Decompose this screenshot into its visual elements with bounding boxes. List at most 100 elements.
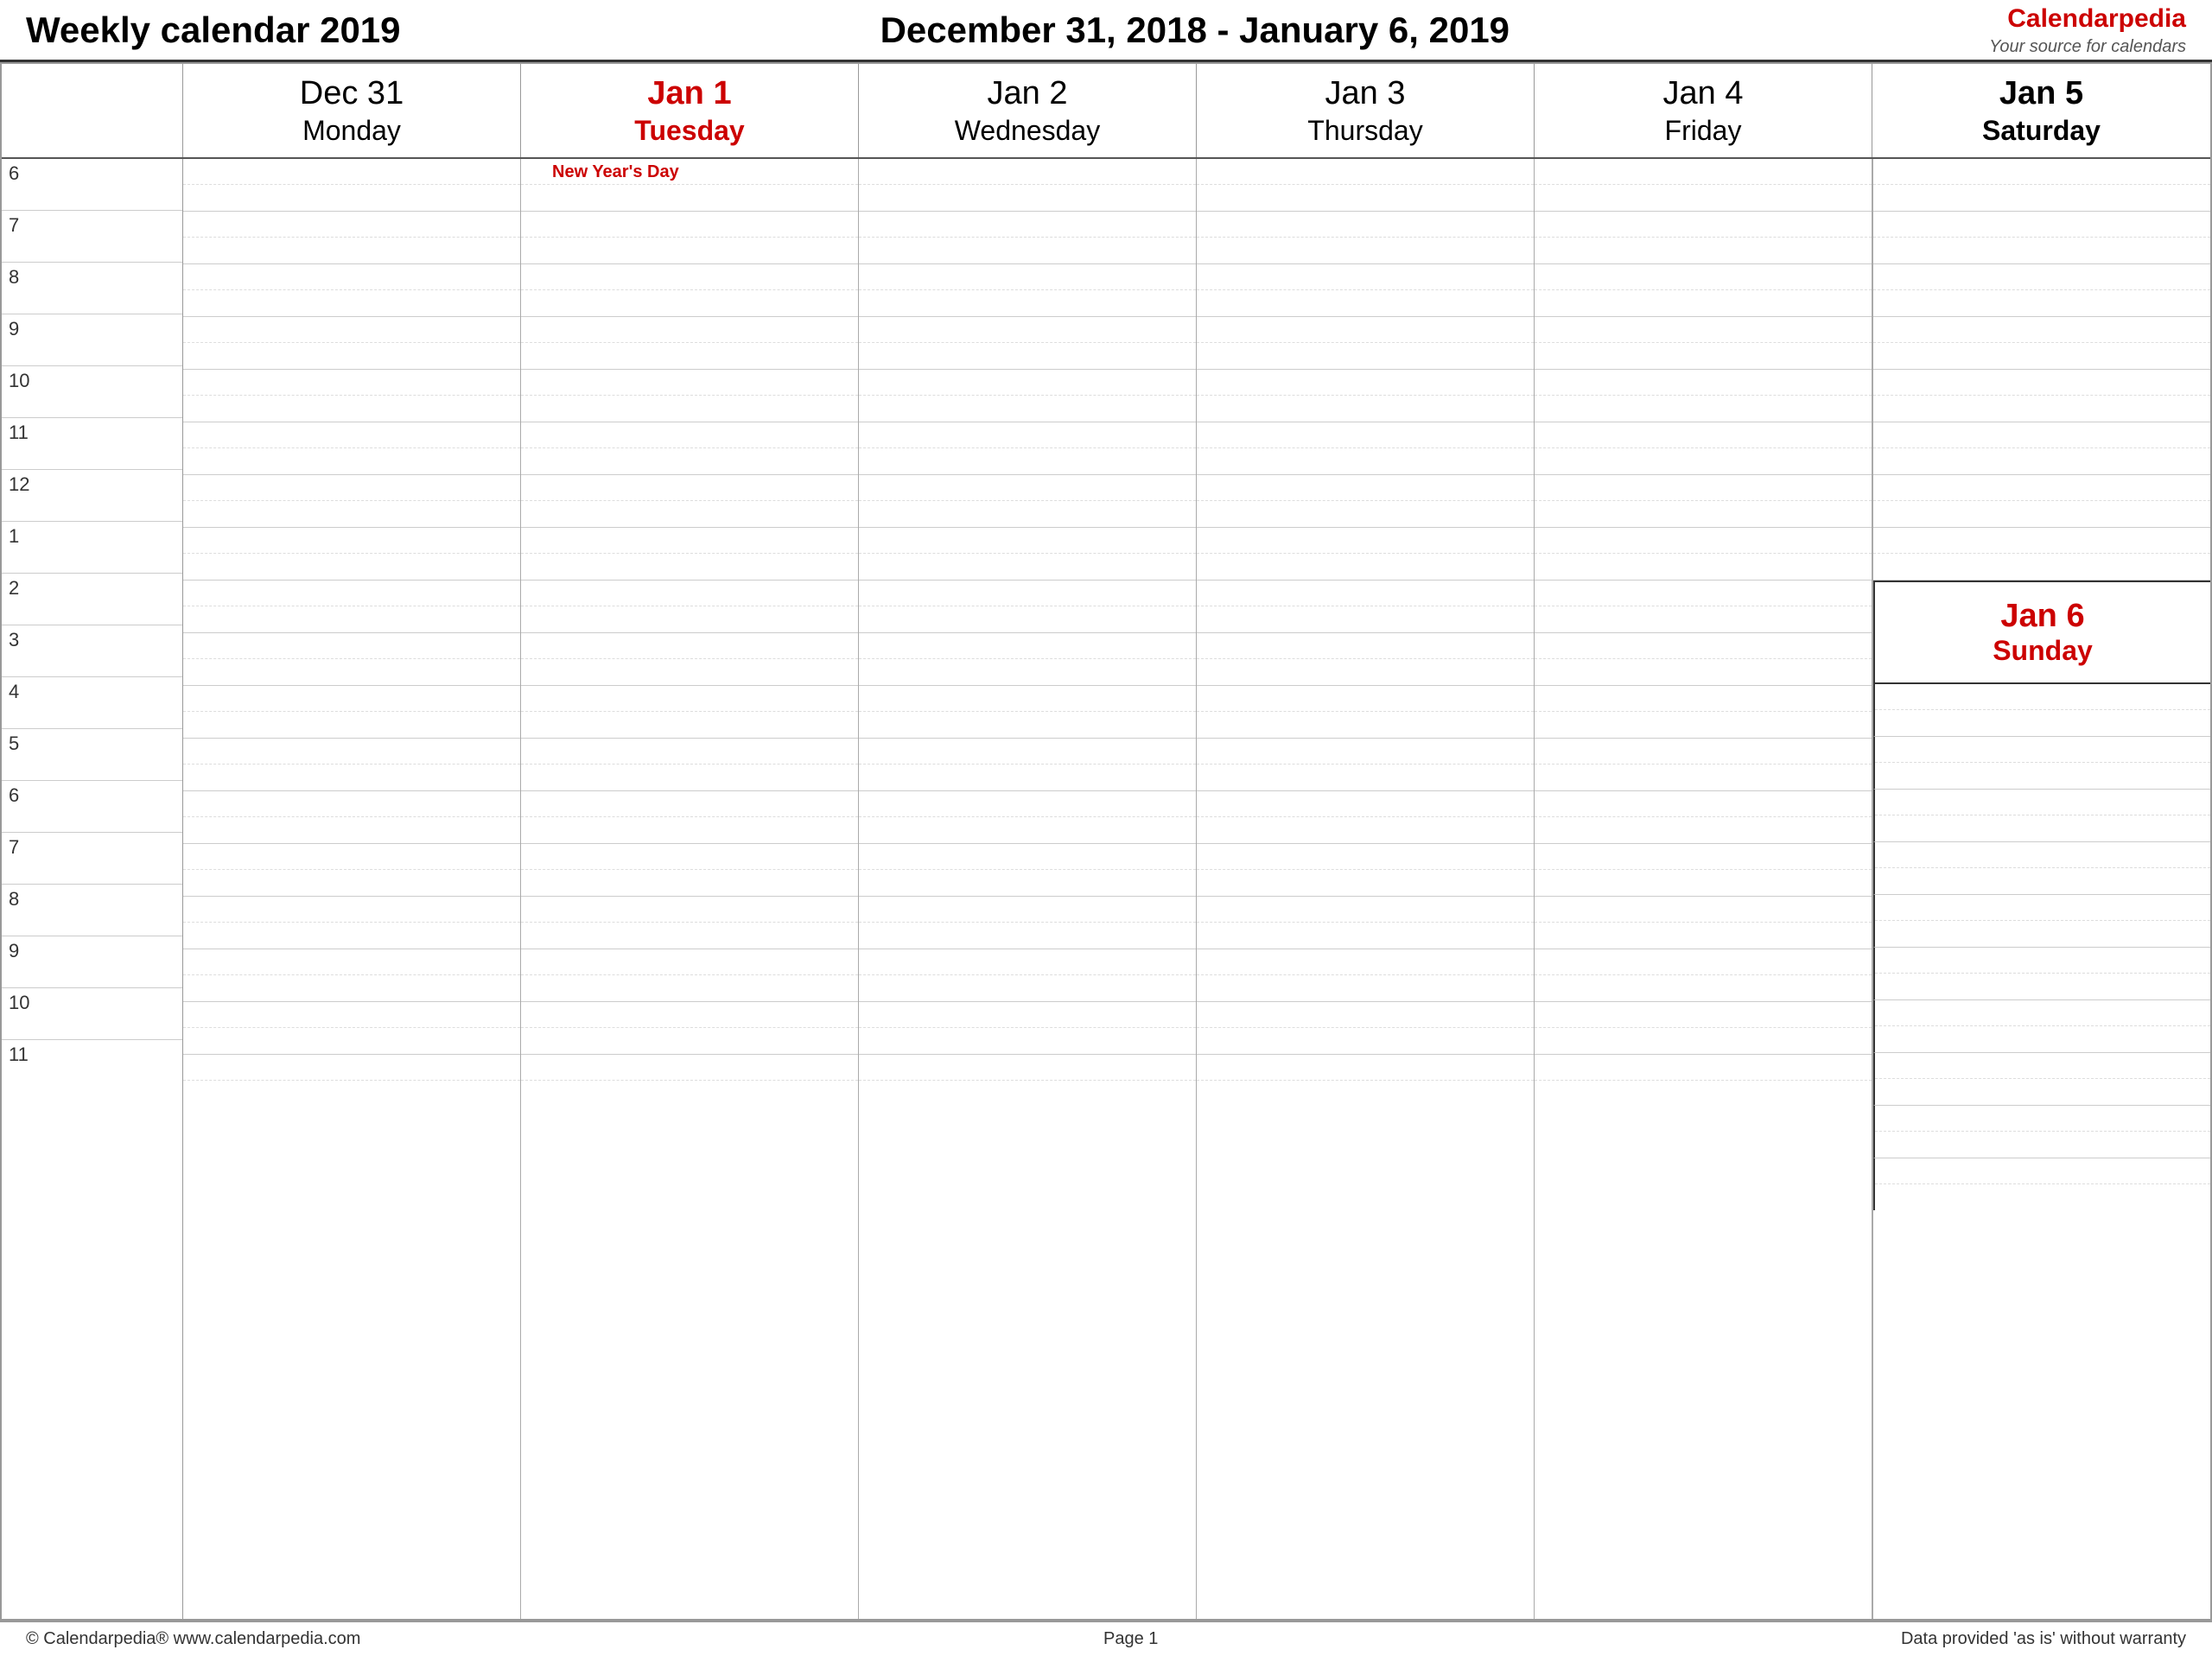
time-slot[interactable] — [1535, 1002, 1872, 1055]
time-slot[interactable] — [1873, 895, 2210, 948]
time-slot[interactable] — [521, 686, 858, 739]
time-slot[interactable] — [183, 1002, 520, 1055]
time-slot[interactable] — [1873, 370, 2210, 422]
time-slot[interactable] — [183, 264, 520, 317]
time-slot[interactable] — [1197, 475, 1534, 528]
time-slot[interactable] — [1873, 317, 2210, 370]
time-slot[interactable] — [1873, 264, 2210, 317]
time-slot[interactable] — [1873, 737, 2210, 790]
time-slot[interactable] — [859, 1055, 1196, 1107]
time-slot[interactable] — [1535, 791, 1872, 844]
time-slot[interactable] — [1197, 317, 1534, 370]
time-slot[interactable] — [859, 475, 1196, 528]
time-slot[interactable] — [183, 686, 520, 739]
time-slot[interactable] — [859, 739, 1196, 791]
time-slot[interactable] — [1197, 528, 1534, 581]
time-slot[interactable] — [1197, 1055, 1534, 1107]
time-slot[interactable] — [1197, 264, 1534, 317]
time-slot[interactable] — [1197, 422, 1534, 475]
time-slot[interactable] — [859, 422, 1196, 475]
time-slot[interactable] — [1535, 1055, 1872, 1107]
time-slot[interactable] — [1535, 475, 1872, 528]
time-slot[interactable] — [1197, 212, 1534, 264]
time-slot[interactable] — [1197, 159, 1534, 212]
time-slot[interactable] — [1197, 686, 1534, 739]
time-slot[interactable] — [521, 633, 858, 686]
time-slot[interactable] — [183, 422, 520, 475]
time-slot[interactable] — [1873, 1158, 2210, 1210]
time-slot[interactable] — [1535, 897, 1872, 949]
time-slot[interactable] — [521, 370, 858, 422]
time-slot[interactable] — [859, 949, 1196, 1002]
time-slot[interactable] — [1197, 581, 1534, 633]
time-slot[interactable] — [1873, 684, 2210, 737]
time-slot[interactable] — [521, 739, 858, 791]
time-slot[interactable] — [1535, 633, 1872, 686]
time-slot[interactable] — [1535, 422, 1872, 475]
time-slot[interactable] — [859, 581, 1196, 633]
time-slot[interactable] — [859, 897, 1196, 949]
time-slot[interactable] — [1535, 528, 1872, 581]
time-slot[interactable] — [859, 844, 1196, 897]
time-slot[interactable] — [1535, 686, 1872, 739]
time-slot[interactable] — [1197, 1002, 1534, 1055]
time-slot[interactable] — [1535, 159, 1872, 212]
time-slot[interactable] — [859, 159, 1196, 212]
time-slot[interactable] — [183, 633, 520, 686]
time-slot[interactable] — [521, 212, 858, 264]
time-slot[interactable] — [521, 949, 858, 1002]
time-slot[interactable] — [183, 317, 520, 370]
time-slot[interactable] — [1873, 1000, 2210, 1053]
time-slot[interactable] — [183, 897, 520, 949]
time-slot[interactable] — [183, 1055, 520, 1107]
time-slot[interactable] — [183, 475, 520, 528]
time-slot[interactable] — [859, 264, 1196, 317]
time-slot[interactable] — [1535, 739, 1872, 791]
time-slot[interactable] — [521, 844, 858, 897]
time-slot[interactable] — [183, 949, 520, 1002]
time-slot[interactable] — [1197, 370, 1534, 422]
time-slot[interactable] — [521, 422, 858, 475]
time-slot[interactable] — [521, 897, 858, 949]
time-slot[interactable] — [1535, 212, 1872, 264]
time-slot[interactable] — [521, 264, 858, 317]
time-slot[interactable] — [1535, 949, 1872, 1002]
time-slot[interactable] — [1873, 1053, 2210, 1106]
time-slot[interactable] — [1873, 159, 2210, 212]
time-slot[interactable] — [1873, 212, 2210, 264]
time-slot[interactable] — [1535, 317, 1872, 370]
time-slot[interactable] — [183, 791, 520, 844]
time-slot[interactable] — [1873, 422, 2210, 475]
time-slot[interactable] — [1197, 791, 1534, 844]
time-slot[interactable] — [183, 581, 520, 633]
time-slot[interactable] — [1197, 897, 1534, 949]
time-slot[interactable] — [1197, 949, 1534, 1002]
time-slot[interactable] — [1535, 581, 1872, 633]
time-slot[interactable] — [1197, 739, 1534, 791]
time-slot[interactable] — [1535, 370, 1872, 422]
time-slot[interactable] — [1535, 264, 1872, 317]
time-slot[interactable] — [859, 1002, 1196, 1055]
time-slot[interactable] — [1873, 1106, 2210, 1158]
time-slot[interactable] — [183, 844, 520, 897]
time-slot[interactable] — [1873, 475, 2210, 528]
time-slot[interactable] — [1873, 842, 2210, 895]
time-slot[interactable] — [521, 581, 858, 633]
time-slot[interactable] — [521, 1002, 858, 1055]
time-slot[interactable] — [1197, 844, 1534, 897]
time-slot[interactable] — [859, 317, 1196, 370]
time-slot[interactable] — [1873, 948, 2210, 1000]
time-slot[interactable] — [183, 212, 520, 264]
time-slot[interactable] — [1197, 633, 1534, 686]
time-slot[interactable] — [1535, 844, 1872, 897]
time-slot[interactable] — [859, 528, 1196, 581]
time-slot[interactable] — [859, 212, 1196, 264]
time-slot[interactable] — [521, 1055, 858, 1107]
time-slot[interactable] — [183, 739, 520, 791]
time-slot[interactable] — [859, 686, 1196, 739]
time-slot[interactable] — [521, 528, 858, 581]
time-slot[interactable] — [521, 475, 858, 528]
time-slot[interactable] — [183, 159, 520, 212]
time-slot[interactable] — [1873, 790, 2210, 842]
time-slot[interactable] — [859, 791, 1196, 844]
